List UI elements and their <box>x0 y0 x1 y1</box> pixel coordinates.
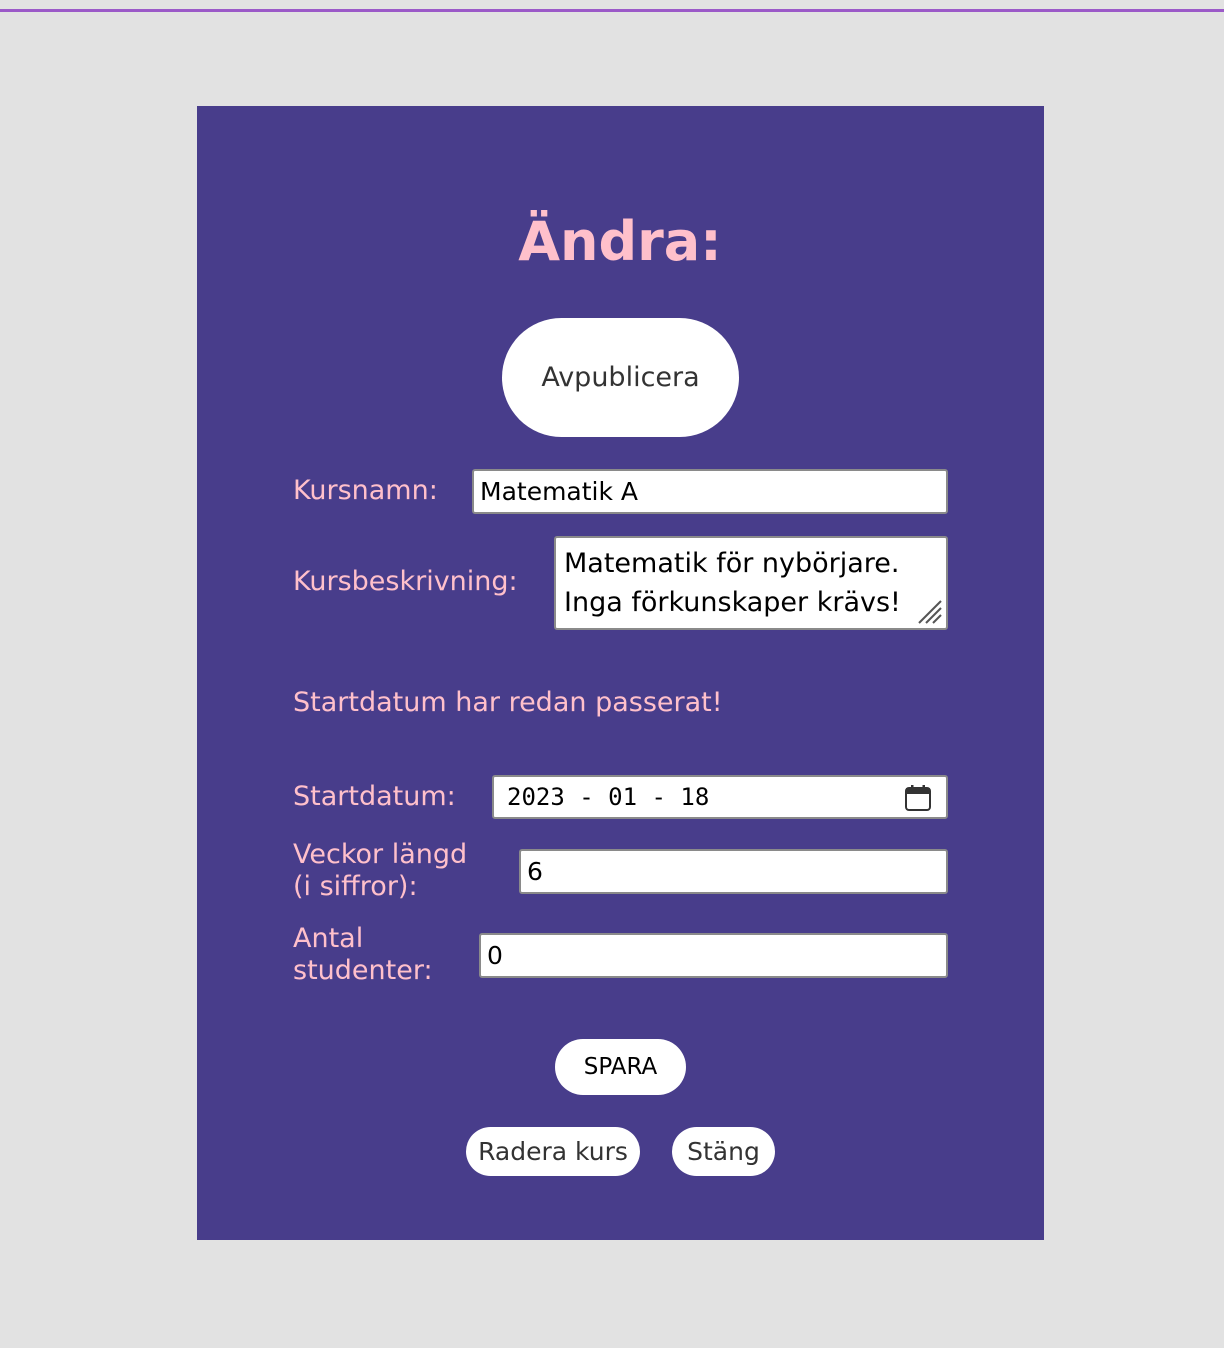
save-button[interactable]: SPARA <box>555 1039 686 1095</box>
students-input[interactable]: 0 <box>479 933 948 978</box>
top-border <box>0 0 1224 12</box>
start-date-warning: Startdatum har redan passerat! <box>293 687 723 718</box>
students-value: 0 <box>487 941 503 970</box>
start-date-label: Startdatum: <box>293 781 456 812</box>
weeks-input[interactable]: 6 <box>519 849 948 894</box>
start-date-input[interactable]: 2023 - 01 - 18 <box>492 775 948 819</box>
page-title: Ändra: <box>518 210 722 273</box>
start-date-value: 2023 - 01 - 18 <box>507 783 710 811</box>
course-name-label: Kursnamn: <box>293 475 438 506</box>
course-name-input[interactable]: Matematik A <box>472 469 948 514</box>
unpublish-button[interactable]: Avpublicera <box>502 318 739 437</box>
course-name-value: Matematik A <box>480 477 639 506</box>
students-label: Antal studenter: <box>293 923 433 986</box>
close-button[interactable]: Stäng <box>672 1127 775 1176</box>
weeks-value: 6 <box>527 857 543 886</box>
description-textarea[interactable]: Matematik för nybörjare. Inga förkunskap… <box>554 536 948 630</box>
calendar-icon[interactable] <box>904 784 932 812</box>
resize-grip-icon[interactable] <box>913 595 943 625</box>
delete-course-button[interactable]: Radera kurs <box>466 1127 640 1176</box>
description-value: Matematik för nybörjare. Inga förkunskap… <box>564 548 901 618</box>
description-label: Kursbeskrivning: <box>293 566 518 597</box>
weeks-label: Veckor längd (i siffror): <box>293 839 468 902</box>
